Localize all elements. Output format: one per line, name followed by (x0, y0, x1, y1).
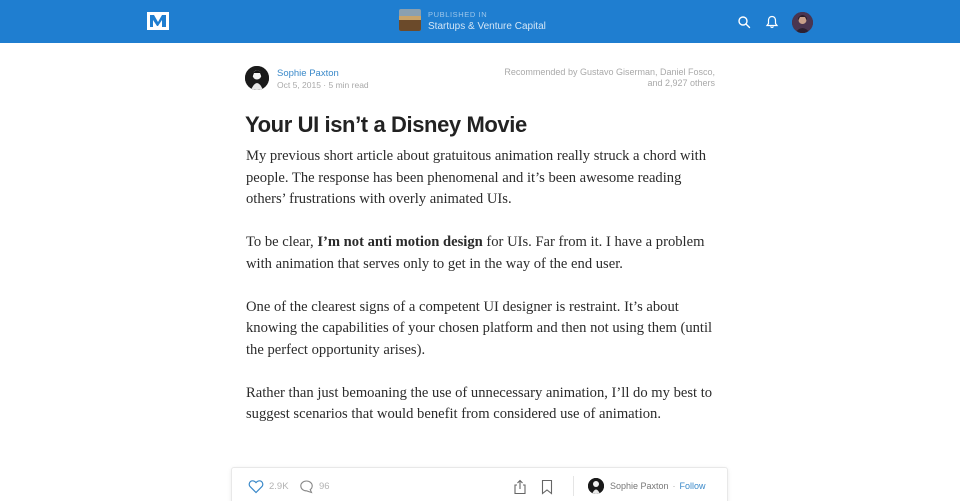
bookmark-icon[interactable] (541, 479, 553, 495)
recommend-button[interactable]: 2.9K (248, 479, 289, 494)
share-icon[interactable] (513, 479, 527, 495)
article-date-readtime: Oct 5, 2015 · 5 min read (277, 80, 369, 90)
likes-count: 2.9K (269, 481, 289, 492)
recommended-by: Recommended by Gustavo Giserman, Daniel … (504, 67, 715, 89)
action-bar-author: Sophie Paxton · Follow (588, 478, 706, 494)
recommended-line-2[interactable]: and 2,927 others (504, 78, 715, 89)
article-action-bar: 2.9K 96 Sophie Paxton · Follow (231, 467, 728, 501)
comment-icon[interactable] (299, 479, 314, 494)
article-body: My previous short article about gratuito… (246, 146, 716, 447)
publication-name[interactable]: Startups & Venture Capital (428, 21, 546, 33)
search-icon[interactable] (737, 15, 751, 29)
bell-icon[interactable] (765, 15, 779, 29)
comments-count: 96 (319, 481, 330, 492)
publication-info[interactable]: PUBLISHED IN Startups & Venture Capital (399, 9, 546, 33)
action-bar-author-avatar[interactable] (588, 478, 604, 494)
medium-logo-icon[interactable] (147, 12, 169, 30)
publication-kicker: PUBLISHED IN (428, 10, 488, 19)
recommended-line-1[interactable]: Recommended by Gustavo Giserman, Daniel … (504, 67, 715, 77)
top-navbar: PUBLISHED IN Startups & Venture Capital (0, 0, 960, 43)
article-title: Your UI isn’t a Disney Movie (245, 112, 527, 137)
responses-button[interactable]: 96 (299, 479, 330, 494)
share-button[interactable] (513, 479, 527, 495)
paragraph-2-text-a: To be clear, (246, 234, 318, 250)
paragraph-1: My previous short article about gratuito… (246, 148, 706, 207)
bookmark-button[interactable] (541, 479, 553, 495)
author-avatar[interactable] (245, 66, 269, 90)
paragraph-3: One of the clearest signs of a competent… (246, 298, 713, 358)
action-bar-author-name[interactable]: Sophie Paxton (610, 481, 669, 491)
author-name-link[interactable]: Sophie Paxton (277, 68, 339, 79)
action-bar-divider (573, 476, 574, 496)
paragraph-2-bold: I’m not anti motion design (317, 234, 483, 250)
user-avatar[interactable] (792, 12, 813, 33)
follow-button[interactable]: Follow (680, 481, 706, 491)
paragraph-4: Rather than just bemoaning the use of un… (246, 384, 713, 423)
paragraph-2: To be clear, I’m not anti motion design … (246, 232, 716, 275)
separator-dot: · (672, 481, 676, 491)
publication-thumbnail[interactable] (399, 9, 421, 31)
article-meta: Sophie Paxton Oct 5, 2015 · 5 min read R… (245, 65, 715, 93)
heart-icon[interactable] (248, 479, 264, 494)
